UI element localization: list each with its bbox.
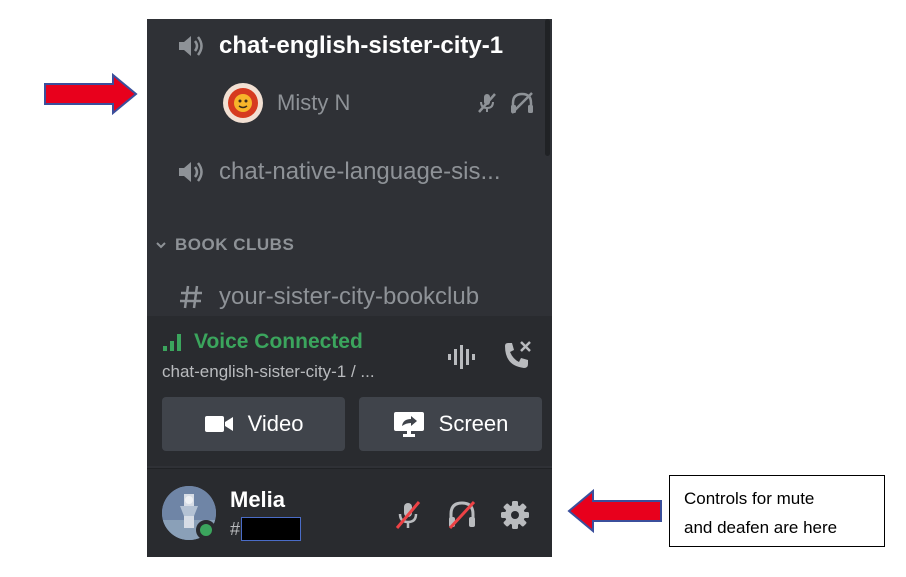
voice-channel-path[interactable]: chat-english-sister-city-1 / ... — [162, 362, 375, 382]
username: Melia — [230, 487, 286, 512]
member-name: Misty N — [277, 90, 351, 115]
voice-connection-panel: Voice Connected chat-english-sister-city… — [147, 316, 552, 466]
mic-muted-icon[interactable] — [392, 499, 424, 531]
screen-share-icon — [393, 412, 424, 437]
channel-name: your-sister-city-bookclub — [219, 283, 480, 310]
annotation-callout: Controls for mute and deafen are here — [669, 475, 885, 547]
speaker-icon — [179, 36, 203, 56]
user-panel: Melia # — [147, 468, 552, 557]
voice-channel-native[interactable]: chat-native-language-sis... — [177, 158, 500, 186]
red-arrow-left — [44, 73, 138, 115]
callout-line-1: Controls for mute — [684, 489, 815, 508]
category-label: BOOK CLUBS — [175, 235, 295, 254]
screen-label: Screen — [438, 411, 509, 436]
hash-icon — [180, 285, 202, 309]
tag-hash: # — [230, 518, 241, 539]
channel-name: chat-native-language-sis... — [219, 158, 501, 185]
voice-member[interactable]: Misty N — [223, 83, 535, 123]
soundwave-icon[interactable] — [445, 344, 479, 370]
mic-muted-icon — [478, 93, 496, 113]
headphones-muted-icon[interactable] — [446, 499, 478, 531]
headphones-muted-icon — [511, 92, 533, 114]
sun-avatar-icon — [228, 88, 258, 118]
gear-icon[interactable] — [499, 499, 531, 531]
chevron-down-icon — [156, 242, 166, 249]
voice-channel-english[interactable]: chat-english-sister-city-1 — [177, 32, 503, 60]
avatar — [223, 83, 263, 123]
discord-sidebar: chat-english-sister-city-1 Misty N chat-… — [147, 19, 552, 557]
speaker-icon — [179, 162, 203, 182]
signal-bars-icon — [163, 334, 181, 351]
callout-line-2: and deafen are here — [684, 518, 838, 537]
red-arrow-right — [567, 489, 662, 533]
scrollbar[interactable] — [545, 19, 550, 156]
video-button[interactable]: Video — [162, 397, 345, 451]
online-status-dot — [196, 520, 216, 540]
camera-icon — [204, 416, 233, 432]
channel-name: chat-english-sister-city-1 — [219, 32, 504, 59]
category-book-clubs[interactable]: BOOK CLUBS — [155, 235, 294, 255]
voice-status[interactable]: Voice Connected — [194, 330, 363, 354]
screen-share-button[interactable]: Screen — [359, 397, 542, 451]
disconnect-call-icon[interactable] — [499, 338, 535, 374]
user-tag: # — [230, 517, 302, 541]
text-channel-bookclub[interactable]: your-sister-city-bookclub — [177, 283, 479, 311]
redacted-tag — [241, 517, 302, 541]
video-label: Video — [247, 411, 304, 436]
